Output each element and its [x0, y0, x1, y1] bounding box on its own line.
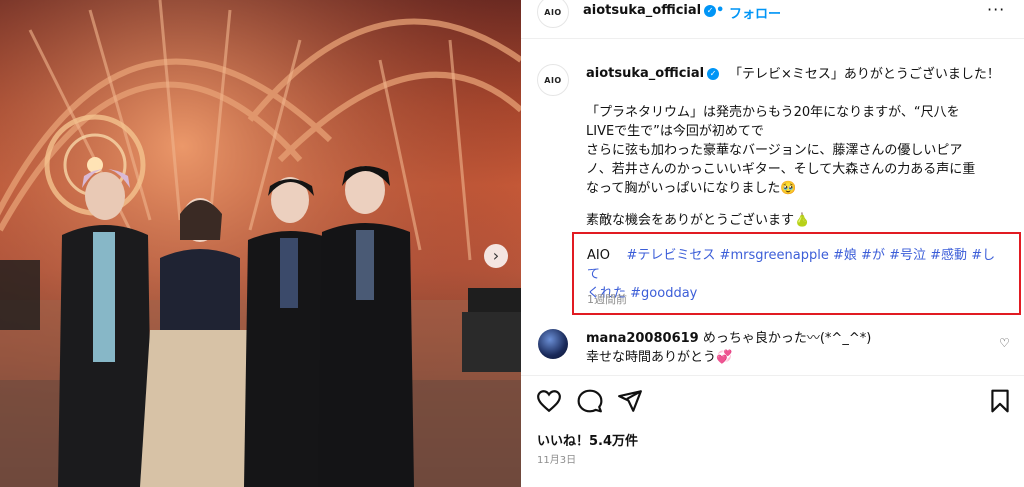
hashtag-block: AIO #テレビミセス #mrsgreenapple #娘 #が #号泣 #感動… [587, 246, 1007, 303]
hashtag[interactable]: #感動 [930, 248, 967, 263]
hashtag-prefix: AIO [587, 248, 610, 263]
hashtag-line-1: AIO #テレビミセス #mrsgreenapple #娘 #が #号泣 #感動… [587, 246, 1007, 284]
hashtag[interactable]: #mrsgreenapple [720, 248, 829, 263]
bookmark-icon[interactable] [987, 388, 1013, 414]
hashtag[interactable]: #号泣 [889, 248, 926, 263]
chevron-right-icon: › [492, 246, 500, 265]
comment-username[interactable]: mana20080619 [586, 331, 699, 346]
caption-username-wrap: aiotsuka_official ✓ [586, 66, 720, 81]
hashtag[interactable]: #テレビミセス [627, 248, 716, 263]
post-photo[interactable]: › [0, 0, 521, 487]
verified-badge-icon: ✓ [707, 68, 720, 80]
caption-avatar[interactable]: AIO [537, 64, 569, 96]
post-header: AIO aiotsuka_official ✓ • フォロー ··· [521, 0, 1024, 39]
comment-line-1: mana20080619 めっちゃ良かった〰(*^_^*) [586, 329, 871, 348]
caption-line-5: ノ、若井さんのかっこいいギター、そして大森さんの力ある声に重 [586, 162, 976, 177]
comment-icon[interactable] [577, 388, 603, 414]
comment-avatar[interactable] [538, 329, 568, 359]
stage-scene [0, 0, 521, 487]
hashtag-line-2: くれた #goodday [587, 284, 1007, 303]
verified-badge-icon: ✓ [704, 5, 717, 17]
heart-icon[interactable] [536, 388, 562, 414]
comment-text-2: 幸せな時間ありがとう💞 [586, 350, 733, 365]
action-bar [521, 375, 1024, 426]
caption-line-2: 「プラネタリウム」は発売からもう20年になりますが、“尺八を [586, 105, 960, 120]
caption-line-0: 「テレビ×ミセス」ありがとうございました！ [729, 67, 1000, 82]
hashtag[interactable]: #goodday [630, 286, 697, 301]
hashtag[interactable]: #が [861, 248, 885, 263]
follow-separator: • [716, 3, 725, 18]
share-icon[interactable] [617, 388, 643, 414]
next-image-button[interactable]: › [484, 244, 508, 268]
post-username-wrap: aiotsuka_official ✓ [583, 3, 717, 18]
more-options-icon[interactable]: ··· [987, 0, 1005, 19]
hashtag[interactable]: #娘 [833, 248, 857, 263]
likes-count[interactable]: いいね！5.4万件 [537, 430, 638, 449]
post-time-ago[interactable]: 1週間前 [587, 291, 627, 307]
caption-line-4: さらに弦も加わった豪華なバージョンに、藤澤さんの優しいピア [586, 143, 963, 158]
follow-button[interactable]: フォロー [729, 3, 781, 22]
avatar-label: AIO [544, 7, 562, 17]
post-side-panel: AIO aiotsuka_official ✓ • フォロー ··· AIO ai… [521, 0, 1024, 487]
post-username[interactable]: aiotsuka_official [583, 3, 701, 18]
caption-username[interactable]: aiotsuka_official [586, 66, 704, 81]
caption-line-6: なって胸がいっぱいになりました🥹 [586, 181, 797, 196]
post-date[interactable]: 11月3日 [537, 451, 576, 466]
comment-text-1: めっちゃ良かった〰(*^_^*) [702, 331, 872, 346]
caption-line-3: LIVEで生で”は今回が初めてで [586, 124, 764, 139]
comment-like-heart-icon[interactable]: ♡ [999, 336, 1010, 350]
caption-avatar-label: AIO [544, 75, 562, 85]
caption-line-8: 素敵な機会をありがとうございます🍐 [586, 213, 811, 228]
avatar[interactable]: AIO [537, 0, 569, 28]
